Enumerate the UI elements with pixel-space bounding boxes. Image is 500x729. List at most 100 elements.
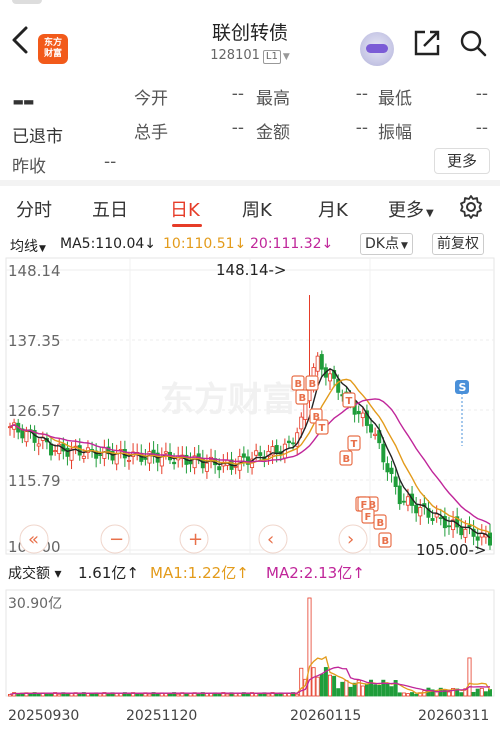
signal-marker-label: B [309, 379, 317, 390]
tab-monthly-k[interactable]: 月K [318, 196, 348, 222]
volume-bar [266, 693, 271, 697]
watermark: 东方财富 [160, 380, 296, 420]
signal-marker-label: T [319, 423, 326, 434]
tab-weekly-k[interactable]: 周K [242, 196, 272, 222]
y-tick-label: 148.14 [8, 262, 61, 280]
candle-body [385, 463, 390, 473]
tab-daily-k[interactable]: 日K [170, 196, 200, 222]
mascot-icon [366, 44, 388, 53]
tab-more[interactable]: 更多 ▼ [388, 196, 434, 222]
tab-intraday[interactable]: 分时 [16, 196, 52, 222]
signal-s-label: S [459, 381, 467, 394]
volume-ma2: MA2:2.13亿↑ [266, 564, 365, 582]
volume-bar [332, 675, 337, 697]
chart-nav-button-label: ‹ [267, 529, 274, 550]
status-indicator [12, 0, 42, 4]
caret-down-icon: ▼ [426, 208, 434, 219]
volume-bar [274, 693, 279, 697]
open-value: -- [231, 84, 244, 104]
share-icon[interactable] [412, 28, 442, 58]
prev-close-value: -- [104, 152, 117, 172]
chart-nav-button-label: › [347, 529, 354, 550]
volume-bar [397, 692, 402, 697]
volume-pane-frame [5, 589, 495, 697]
candle-body [381, 443, 386, 463]
candle-body [389, 467, 394, 475]
candle-body [430, 518, 435, 521]
volume-bar [28, 693, 33, 697]
avatar[interactable] [360, 32, 394, 66]
candle-body [393, 476, 398, 488]
y-tick-label: 115.79 [8, 472, 61, 490]
listing-status: 已退市 [12, 127, 63, 147]
volume-bar [167, 693, 172, 697]
candle-body [459, 526, 464, 536]
code-text: 128101 [210, 48, 260, 63]
volume-bar [340, 681, 345, 697]
kline-chart-area[interactable]: 148.14137.35126.57115.79105.00东方财富148.14… [0, 256, 500, 726]
candle-body [319, 354, 324, 370]
indicator-label: 均线 [10, 239, 38, 255]
volume-bar [385, 683, 390, 697]
dk-point-label: DK点 [365, 236, 399, 252]
volume-bar [364, 683, 369, 697]
volume-bar [106, 693, 111, 697]
last-price: -- [12, 84, 35, 119]
volume-bar [377, 684, 382, 697]
low-value: -- [475, 84, 488, 104]
ma20-value: 20:111.32↓ [250, 236, 334, 252]
status-bar [0, 0, 500, 6]
volume-bar [446, 691, 451, 697]
candle-body [286, 440, 291, 444]
signal-marker-label: B [382, 536, 390, 547]
x-tick-label: 20260115 [290, 708, 361, 724]
active-tab-indicator [172, 224, 202, 227]
ma5-value: MA5:110.04↓ [60, 236, 156, 252]
candle-body [24, 431, 29, 443]
volume-bar [348, 686, 353, 697]
volume-bar [315, 676, 320, 697]
candle-body [463, 528, 468, 538]
candle-body [299, 416, 304, 430]
volume-ma2-line [9, 666, 491, 696]
more-quote-button[interactable]: 更多 [434, 148, 490, 174]
candle-body [373, 433, 378, 436]
signal-marker-label: T [351, 439, 358, 450]
signal-marker-label: T [346, 396, 353, 407]
volume-bar [467, 657, 472, 697]
volume-bar [327, 674, 332, 697]
tab-five-day[interactable]: 五日 [92, 196, 128, 222]
volume-bar [319, 673, 324, 697]
volume-bar [286, 693, 291, 697]
dk-point-button[interactable]: DK点 ▼ [360, 233, 413, 255]
candle-body [369, 424, 374, 433]
volume-bar [176, 693, 181, 697]
candle-body [98, 454, 103, 457]
candle-body [53, 450, 58, 452]
volume-bar [225, 693, 230, 697]
volume-bar [49, 693, 54, 697]
high-value: -- [355, 84, 368, 104]
amplitude-label: 振幅 [378, 123, 412, 143]
volume-bar [487, 689, 492, 697]
indicator-selector[interactable]: 均线▼ [10, 236, 46, 256]
candle-body [291, 442, 296, 445]
gear-icon[interactable] [458, 194, 484, 220]
kline-chart[interactable]: 148.14137.35126.57115.79105.00东方财富148.14… [0, 256, 500, 726]
quote-panel: -- 已退市 昨收 -- 今开 -- 最高 -- 最低 -- 总手 -- 金额 … [0, 76, 500, 177]
caret-down-icon: ▼ [39, 244, 46, 254]
ma-legend: 均线▼ MA5:110.04↓ 10:110.51↓ 20:111.32↓ DK… [0, 232, 500, 256]
x-tick-label: 20260311 [418, 708, 489, 724]
volume-bar [344, 680, 349, 697]
prev-close-label: 昨收 [12, 157, 46, 177]
open-label: 今开 [134, 89, 168, 109]
candle-body [81, 455, 86, 459]
candle-body [163, 451, 168, 454]
volume-bar [479, 687, 484, 697]
candle-body [438, 517, 443, 520]
adjust-button[interactable]: 前复权 [432, 233, 484, 255]
y-tick-label: 137.35 [8, 332, 61, 350]
tab-more-label: 更多 [388, 200, 424, 221]
search-icon[interactable] [458, 28, 488, 58]
candle-body [397, 485, 402, 505]
